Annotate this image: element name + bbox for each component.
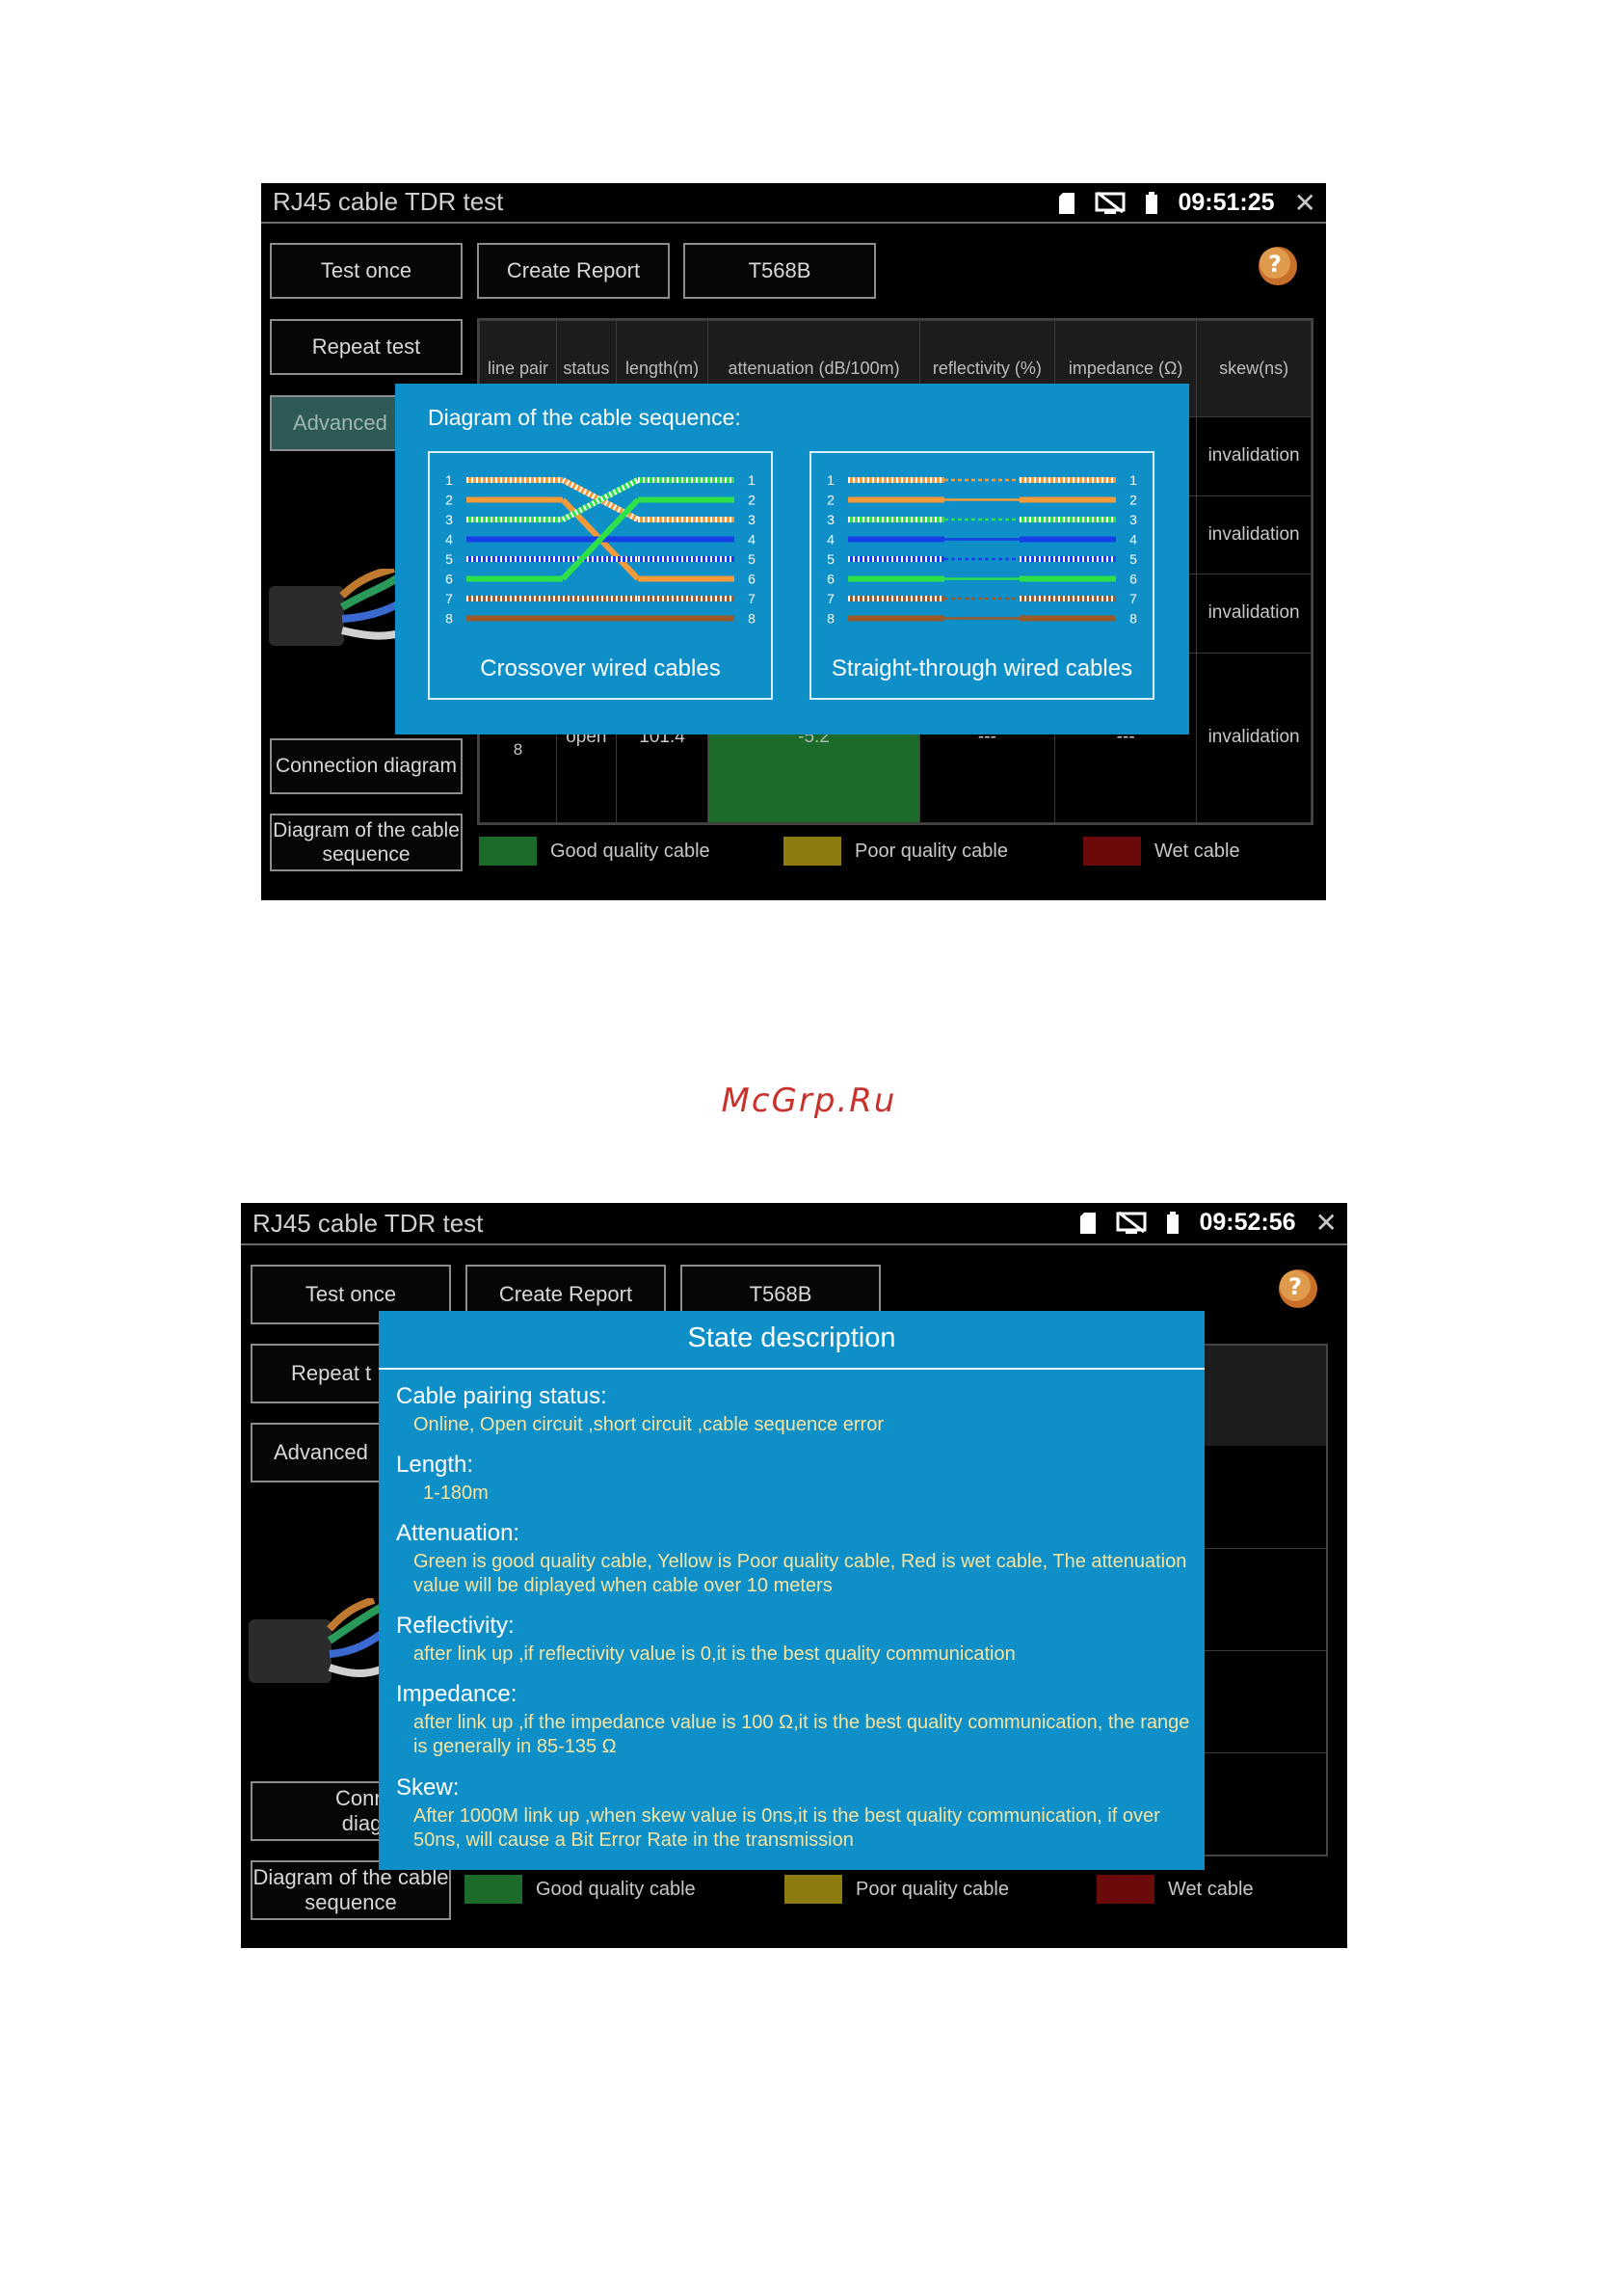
pin-label: 4: [1129, 532, 1137, 547]
connection-diagram-button[interactable]: Connection diagram: [270, 738, 463, 794]
skew-value: invalidation: [1196, 574, 1312, 654]
section-pairing-status: Cable pairing status: Online, Open circui…: [396, 1383, 884, 1435]
pin-label: 7: [748, 591, 756, 606]
pin-label: 5: [748, 551, 756, 567]
sd-card-icon: [1079, 1212, 1097, 1235]
pin-label: 7: [445, 591, 453, 606]
pin-label: 1: [827, 472, 835, 488]
dialog-title: Diagram of the cable sequence:: [428, 405, 741, 430]
test-once-button[interactable]: Test once: [270, 243, 463, 299]
legend-wet: Wet cable: [1097, 1875, 1254, 1904]
help-icon[interactable]: ?: [1276, 1267, 1320, 1311]
pin-label: 3: [748, 512, 756, 527]
pin-label: 3: [1129, 512, 1137, 527]
status-bar: 09:52:56 ✕: [1079, 1209, 1338, 1237]
crossover-diagram: 1 1 2 2 3 3 4 4 5 5 6 6 7 7 8 8 Crossover wired cables: [428, 451, 773, 700]
battery-icon: [1166, 1211, 1180, 1235]
cable-sequence-dialog[interactable]: Diagram of the cable sequence: 1 1 2 2 3 3 4 4 5…: [395, 384, 1189, 734]
skew-value: invalidation: [1196, 494, 1312, 575]
status-bar: 09:51:25 ✕: [1058, 189, 1316, 217]
pin-label: 2: [827, 493, 835, 508]
pin-label: 1: [748, 472, 756, 488]
poor-swatch: [783, 837, 841, 866]
crossover-caption: Crossover wired cables: [480, 655, 721, 681]
section-attenuation: Attenuation: Green is good quality cable,…: [396, 1520, 1187, 1596]
col-skew: skew(ns): [1196, 320, 1312, 417]
pin-label: 5: [1129, 551, 1137, 567]
pin-label: 7: [1129, 591, 1137, 606]
pin-label: 5: [445, 551, 453, 567]
pin-label: 3: [827, 512, 835, 527]
pin-label: 8: [748, 611, 756, 627]
section-length: Length: 1-180m: [396, 1452, 489, 1504]
watermark-brand: McGrp.Ru: [721, 1081, 897, 1120]
clock: 09:51:25: [1178, 189, 1275, 216]
straight-caption: Straight-through wired cables: [831, 655, 1133, 681]
pin-label: 4: [445, 532, 453, 547]
wet-swatch: [1097, 1875, 1154, 1904]
legend-good: Good quality cable: [464, 1875, 696, 1904]
pin-label: 8: [445, 611, 453, 627]
title-divider: [379, 1368, 1205, 1370]
good-swatch: [479, 837, 537, 866]
legend-poor: Poor quality cable: [783, 837, 1008, 866]
title-bar: RJ45 cable TDR test 09:52:56 ✕: [241, 1203, 1347, 1245]
legend-good: Good quality cable: [479, 837, 710, 866]
dialog-title: State description: [687, 1322, 896, 1353]
pin-label: 8: [827, 611, 835, 627]
pin-label: 6: [748, 572, 756, 587]
close-icon[interactable]: ✕: [1315, 1209, 1338, 1237]
cable-sequence-button[interactable]: Diagram of the cable sequence: [270, 814, 463, 871]
straight-wiring-svg: 1 1 2 2 3 3 4 4 5 5 6 6 7 7 8 8: [827, 472, 1137, 627]
pin-label: 1: [445, 472, 453, 488]
good-swatch: [464, 1875, 522, 1904]
pin-label: 5: [827, 551, 835, 567]
skew-value: invalidation: [1196, 416, 1312, 496]
legend-wet: Wet cable: [1083, 837, 1240, 866]
cable-photo: [249, 1596, 393, 1699]
wet-swatch: [1083, 837, 1141, 866]
svg-text:?: ?: [1288, 1273, 1302, 1300]
svg-text:?: ?: [1268, 251, 1282, 278]
straight-diagram: 1 1 2 2 3 3 4 4 5 5 6 6 7 7 8 8 Straight-through wired …: [809, 451, 1154, 700]
app-title: RJ45 cable TDR test: [273, 187, 504, 216]
section-skew: Skew: After 1000M link up ,when skew valu…: [396, 1775, 1160, 1851]
pin-label: 2: [748, 493, 756, 508]
skew-cell: invalidation: [1196, 652, 1312, 824]
legend-poor: Poor quality cable: [784, 1875, 1009, 1904]
section-reflectivity: Reflectivity: after link up ,if reflectiv…: [396, 1613, 1016, 1665]
pin-label: 3: [445, 512, 453, 527]
create-report-button[interactable]: Create Report: [477, 243, 670, 299]
repeat-test-button[interactable]: Repeat test: [270, 319, 463, 375]
close-icon[interactable]: ✕: [1294, 189, 1316, 217]
crossover-wiring-svg: 1 1 2 2 3 3 4 4 5 5 6 6 7 7 8 8: [445, 472, 756, 627]
pin-label: 8: [1129, 611, 1137, 627]
pin-label: 7: [827, 591, 835, 606]
pin-label: 2: [445, 493, 453, 508]
pin-label: 6: [827, 572, 835, 587]
pin-label: 6: [1129, 572, 1137, 587]
pin-label: 4: [827, 532, 835, 547]
app-title: RJ45 cable TDR test: [252, 1209, 484, 1238]
pin-label: 6: [445, 572, 453, 587]
state-description-dialog[interactable]: State description Cable pairing status: O…: [379, 1311, 1205, 1870]
help-icon[interactable]: ?: [1256, 244, 1300, 288]
pin-label: 2: [1129, 493, 1137, 508]
poor-swatch: [784, 1875, 842, 1904]
section-impedance: Impedance: after link up ,if the impedanc…: [396, 1681, 1190, 1757]
pin-label: 1: [1129, 472, 1137, 488]
display-off-icon: [1116, 1211, 1147, 1236]
clock: 09:52:56: [1199, 1209, 1296, 1236]
sd-card-icon: [1058, 192, 1075, 215]
display-off-icon: [1095, 191, 1126, 216]
pin-label: 4: [748, 532, 756, 547]
standard-button[interactable]: T568B: [683, 243, 876, 299]
title-bar: RJ45 cable TDR test 09:51:25 ✕: [261, 183, 1326, 224]
battery-icon: [1145, 191, 1158, 215]
